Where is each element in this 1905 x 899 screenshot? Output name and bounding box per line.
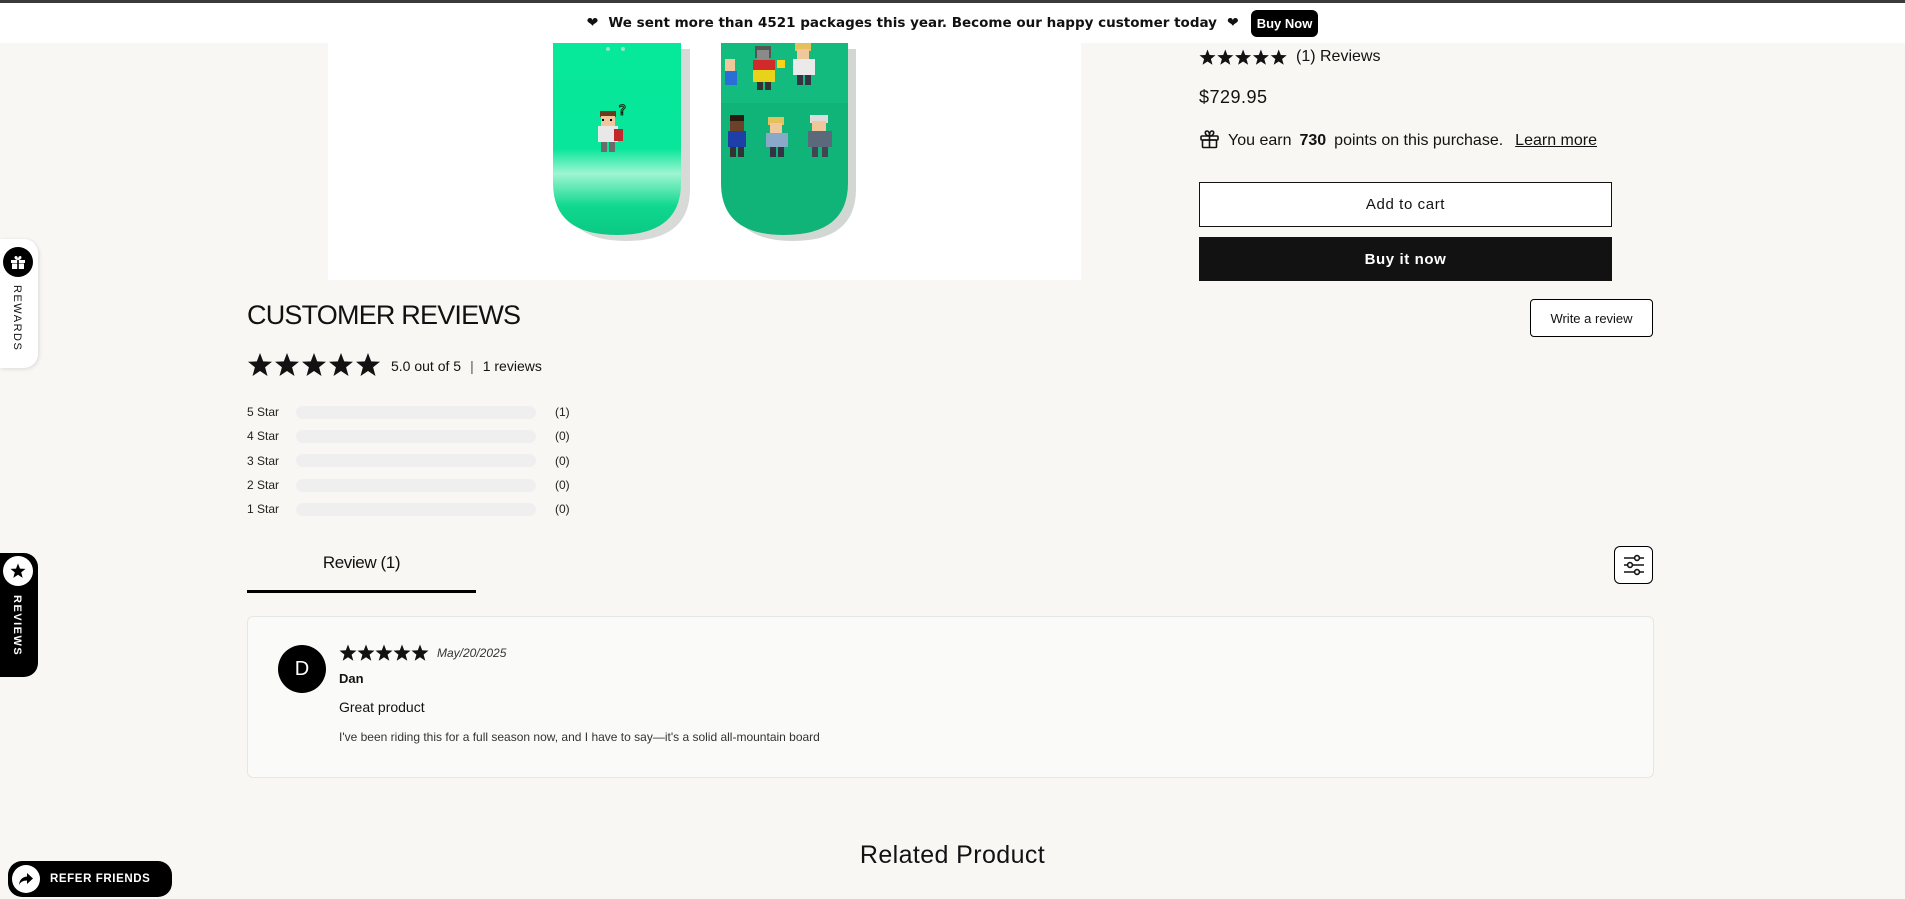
product-price: $729.95 xyxy=(1199,87,1268,107)
distribution-bar xyxy=(296,429,536,443)
distribution-label: 2 Star xyxy=(247,478,280,493)
distribution-bar xyxy=(296,454,536,468)
buy-it-now-button[interactable]: Buy it now xyxy=(1199,237,1612,281)
summary-star-icons xyxy=(248,353,380,376)
distribution-row-5[interactable]: 5 Star (1) xyxy=(247,400,570,424)
distribution-label: 3 Star xyxy=(247,453,280,468)
distribution-count: (1) xyxy=(555,405,570,420)
product-image[interactable]: ? xyxy=(328,43,1081,280)
reviewer-name: Dan xyxy=(339,671,364,686)
announcement-bar: ❤ We sent more than 4521 packages this y… xyxy=(0,3,1905,43)
review-date: May/20/2025 xyxy=(437,646,507,660)
announcement-text: We sent more than 4521 packages this yea… xyxy=(608,15,1217,31)
average-rating: 5.0 out of 5 xyxy=(391,357,462,374)
write-review-button[interactable]: Write a review xyxy=(1530,299,1653,337)
total-reviews: 1 reviews xyxy=(482,357,542,374)
product-rating[interactable]: (1) Reviews xyxy=(1199,48,1380,66)
points-prefix: You earn xyxy=(1228,132,1292,149)
refer-friends-button[interactable]: REFER FRIENDS xyxy=(8,861,172,897)
distribution-row-2[interactable]: 2 Star (0) xyxy=(247,473,570,497)
points-info: You earn 730 points on this purchase. Le… xyxy=(1199,128,1597,154)
distribution-count: (0) xyxy=(555,478,570,493)
review-title: Great product xyxy=(339,699,425,715)
distribution-row-3[interactable]: 3 Star (0) xyxy=(247,449,570,473)
rating-summary: 5.0 out of 5 | 1 reviews xyxy=(247,352,542,379)
svg-text:?: ? xyxy=(618,103,626,119)
distribution-bar xyxy=(296,502,536,516)
review-card: D May/20/2025 Dan Great product I've bee… xyxy=(247,616,1654,778)
distribution-label: 5 Star xyxy=(247,405,280,420)
points-value: 730 xyxy=(1299,132,1327,149)
learn-more-link[interactable]: Learn more xyxy=(1515,132,1597,150)
distribution-row-4[interactable]: 4 Star (0) xyxy=(247,424,570,448)
rating-distribution: 5 Star (1) 4 Star (0) 3 Star (0) 2 Star … xyxy=(247,400,570,521)
rewards-tab-label: REWARDS xyxy=(11,285,23,352)
distribution-count: (0) xyxy=(555,502,570,517)
distribution-row-1[interactable]: 1 Star (0) xyxy=(247,497,570,521)
rating-stars xyxy=(1199,49,1287,66)
rewards-tab[interactable]: REWARDS xyxy=(0,239,38,368)
distribution-label: 1 Star xyxy=(247,502,280,517)
review-rating: May/20/2025 xyxy=(339,644,506,662)
review-body: I've been riding this for a full season … xyxy=(339,730,820,744)
tab-reviews-label: Review (1) xyxy=(322,553,401,572)
distribution-label: 4 Star xyxy=(247,429,280,444)
distribution-bar xyxy=(296,478,536,492)
gift-icon xyxy=(1199,128,1220,154)
heart-icon: ❤ xyxy=(1226,15,1239,31)
distribution-bar xyxy=(296,405,536,419)
review-star-icons xyxy=(339,644,429,661)
announcement-buy-now-button[interactable]: Buy Now xyxy=(1250,9,1319,37)
refer-friends-label: REFER FRIENDS xyxy=(50,873,151,885)
reviews-count: (1) Reviews xyxy=(1296,48,1381,65)
avatar: D xyxy=(278,645,326,693)
sliders-icon xyxy=(1623,554,1644,576)
star-icon xyxy=(3,556,33,586)
summary-separator: | xyxy=(470,357,474,374)
distribution-count: (0) xyxy=(555,429,570,444)
gift-icon xyxy=(3,247,33,277)
tab-reviews[interactable]: Review (1) xyxy=(247,553,476,593)
filter-button[interactable] xyxy=(1614,546,1653,584)
share-arrow-icon xyxy=(12,865,40,893)
reviews-tab-label: REVIEWS xyxy=(11,595,23,657)
star-icons xyxy=(1199,49,1287,65)
reviews-tab[interactable]: REVIEWS xyxy=(0,553,38,677)
related-product-title: Related Product xyxy=(859,841,1046,869)
snowboard-image: ? xyxy=(553,43,856,241)
heart-icon: ❤ xyxy=(586,15,599,31)
distribution-count: (0) xyxy=(555,453,570,468)
add-to-cart-button[interactable]: Add to cart xyxy=(1199,182,1612,227)
points-suffix: points on this purchase. xyxy=(1334,132,1504,149)
customer-reviews-title: CUSTOMER REVIEWS xyxy=(247,300,521,330)
